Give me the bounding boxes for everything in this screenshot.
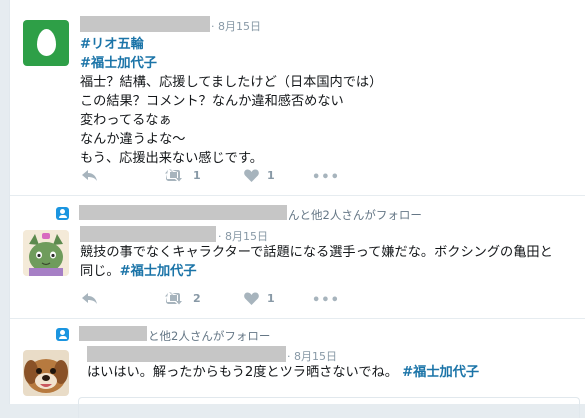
redacted-username — [80, 226, 216, 242]
tweet-date[interactable]: · 8月15日 — [218, 228, 268, 244]
tweet-line: 同じ。#福士加代子 — [80, 262, 553, 281]
like-count: 1 — [267, 169, 275, 182]
reply-icon — [82, 170, 97, 181]
dog-photo-avatar-icon — [23, 350, 69, 396]
tweet-card[interactable]: と他2人さんがフォロー · 8月15日 はいはい。解ったからもう2度とツラ晒さな… — [10, 319, 585, 418]
quoted-tweet-card[interactable] — [78, 397, 580, 418]
tweet-line-text: 同じ。 — [80, 264, 120, 279]
tweet-line: 福士？結構、応援してましたけど（日本国内では） — [80, 75, 383, 90]
tweet-line: もう、応援出来ない感じです。 — [80, 151, 263, 166]
character-avatar-icon — [23, 230, 69, 276]
tweet-text: #リオ五輪 #福士加代子 福士？結構、応援してましたけど（日本国内では） この結… — [80, 35, 382, 168]
tweet-line: はいはい。解ったからもう2度とツラ晒さないでね。 #福士加代子 — [87, 363, 479, 382]
social-context[interactable]: と他2人さんがフォロー — [148, 328, 270, 344]
social-context[interactable]: んと他2人さんがフォロー — [288, 207, 422, 223]
hashtag-link[interactable]: #福士加代子 — [120, 264, 197, 279]
follow-icon — [56, 207, 69, 220]
tweet-card[interactable]: · 8月15日 #リオ五輪 #福士加代子 福士？結構、応援してましたけど（日本国… — [10, 0, 585, 196]
like-count: 1 — [267, 292, 275, 305]
more-options-button[interactable]: ••• — [312, 170, 340, 185]
heart-icon — [244, 292, 259, 305]
tweet-line: なんか違うよな〜 — [80, 132, 186, 147]
tweet-date[interactable]: · 8月15日 — [287, 348, 337, 364]
retweet-count: 1 — [193, 169, 201, 182]
tweet-text: 競技の事でなくキャラクターで話題になる選手って嫌だな。ボクシングの亀田と 同じ。… — [80, 243, 553, 281]
hashtag-link[interactable]: #リオ五輪 — [80, 35, 382, 54]
timeline: · 8月15日 #リオ五輪 #福士加代子 福士？結構、応援してましたけど（日本国… — [9, 0, 585, 418]
reply-icon — [82, 293, 97, 304]
reply-button[interactable] — [82, 170, 98, 182]
heart-icon — [244, 169, 259, 182]
retweet-icon — [165, 292, 182, 305]
egg-icon — [37, 29, 56, 56]
like-button[interactable]: 1 — [244, 292, 275, 305]
retweet-count: 2 — [193, 292, 201, 305]
redacted-username — [87, 346, 286, 362]
more-options-button[interactable]: ••• — [312, 293, 340, 308]
default-egg-avatar[interactable] — [23, 20, 69, 66]
retweet-button[interactable]: 2 — [165, 292, 201, 305]
redacted-followers — [79, 326, 147, 341]
like-button[interactable]: 1 — [244, 169, 275, 182]
tweet-date[interactable]: · 8月15日 — [211, 18, 261, 34]
retweet-icon — [165, 169, 182, 182]
reply-button[interactable] — [82, 293, 98, 305]
user-avatar[interactable] — [23, 350, 69, 396]
tweet-line: 競技の事でなくキャラクターで話題になる選手って嫌だな。ボクシングの亀田と — [80, 245, 553, 260]
tweet-text: はいはい。解ったからもう2度とツラ晒さないでね。 #福士加代子 — [87, 363, 479, 382]
retweet-button[interactable]: 1 — [165, 169, 201, 182]
user-avatar[interactable] — [23, 230, 69, 276]
tweet-card[interactable]: んと他2人さんがフォロー · 8月15日 競技の事でなくキャラクターで話題になる… — [10, 196, 585, 319]
follow-icon — [56, 328, 69, 341]
tweet-line: 変わってるなぁ — [80, 113, 172, 128]
tweet-line-text: はいはい。解ったからもう2度とツラ晒さないでね。 — [87, 365, 398, 380]
tweet-line: この結果？コメント？なんか違和感否めない — [80, 94, 344, 109]
redacted-username — [80, 16, 210, 32]
hashtag-link[interactable]: #福士加代子 — [80, 54, 382, 73]
redacted-followers — [79, 205, 287, 220]
hashtag-link[interactable]: #福士加代子 — [402, 365, 479, 380]
